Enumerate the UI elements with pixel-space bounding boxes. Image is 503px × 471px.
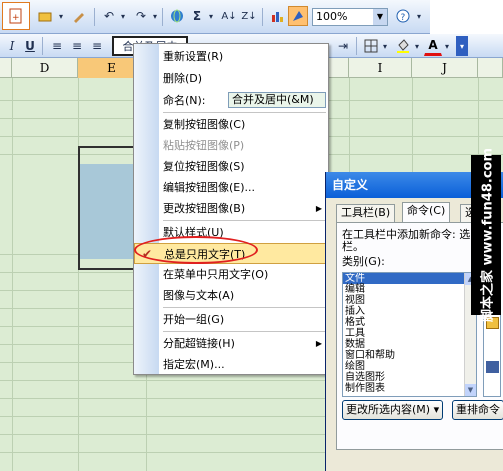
menu-item-reset-button-image[interactable]: 复位按钮图像(S) <box>134 156 328 177</box>
open-icon[interactable] <box>36 6 54 26</box>
redo-icon[interactable]: ↷ <box>132 6 150 26</box>
menu-separator <box>163 220 326 221</box>
menu-item-assign-hyperlink-label: 分配超链接(H) <box>163 337 235 350</box>
watermark-text: 脚本之家 www.fun48.com <box>480 147 496 323</box>
align-center-icon[interactable]: ≡ <box>68 36 86 56</box>
increase-indent-icon[interactable]: ⇥ <box>334 36 352 56</box>
list-item[interactable]: 制作图表 <box>343 383 476 394</box>
menu-item-copy-button-image[interactable]: 复制按钮图像(C) <box>134 114 328 135</box>
site-watermark: 脚本之家 www.fun48.com <box>471 148 501 322</box>
name-field[interactable]: 合并及居中(&M) <box>228 92 326 108</box>
instruction-text-continued: 栏。 <box>342 240 364 253</box>
menu-item-begin-group[interactable]: 开始一组(G) <box>134 309 328 330</box>
list-item[interactable]: 窗口和帮助 <box>343 350 476 361</box>
menu-item-paste-button-image: 粘贴按钮图像(P) <box>163 139 245 152</box>
drawing-icon[interactable] <box>288 6 308 26</box>
list-item[interactable]: 绘图 <box>343 361 476 372</box>
scroll-down-icon[interactable]: ▼ <box>465 384 476 396</box>
column-header[interactable] <box>478 58 503 78</box>
standard-toolbar: + ▾ ↶ ▾ ↷ ▾ Σ ▾ A↓ Z↓ 100% ▼ ? ▾ <box>0 0 503 34</box>
category-list[interactable]: 文件 编辑 视图 插入 格式 工具 数据 窗口和帮助 绘图 自选图形 制作图表 … <box>342 272 477 397</box>
submenu-arrow-icon: ▶ <box>315 204 322 213</box>
list-item[interactable]: 插入 <box>343 306 476 317</box>
toolbar-options-icon[interactable]: ▾ <box>456 36 468 56</box>
button-context-menu: 重新设置(R) 删除(D) 命名(N): 合并及居中(&M) 复制按钮图像(C)… <box>133 43 329 375</box>
toolbar-divider <box>262 8 263 26</box>
chevron-down-icon[interactable]: ▾ <box>442 36 452 56</box>
menu-item-edit-button-image[interactable]: 编辑按钮图像(E)... <box>134 177 328 198</box>
menu-item-text-only-in-menus[interactable]: 在菜单中只用文字(O) <box>134 264 328 285</box>
sort-descending-icon[interactable]: Z↓ <box>240 6 258 26</box>
tab-toolbars[interactable]: 工具栏(B) <box>336 204 396 222</box>
menu-separator <box>163 307 326 308</box>
chevron-down-icon[interactable]: ▾ <box>380 36 390 56</box>
align-left-icon[interactable]: ≡ <box>48 36 66 56</box>
chevron-down-icon[interactable]: ▾ <box>56 6 66 26</box>
borders-icon[interactable] <box>362 36 380 56</box>
format-painter-icon[interactable] <box>70 6 88 26</box>
align-right-icon[interactable]: ≡ <box>88 36 106 56</box>
fill-color-icon[interactable] <box>394 36 412 56</box>
column-header[interactable] <box>0 58 12 78</box>
sort-ascending-icon[interactable]: A↓ <box>220 6 238 26</box>
menu-item-change-button-image[interactable]: 更改按钮图像(B) ▶ <box>134 198 328 219</box>
menu-item-assign-macro[interactable]: 指定宏(M)... <box>134 354 328 375</box>
column-header-j[interactable]: J <box>412 58 478 78</box>
chevron-down-icon[interactable]: ▾ <box>118 6 128 26</box>
list-item[interactable]: 视图 <box>343 295 476 306</box>
hyperlink-icon[interactable] <box>168 6 186 26</box>
toolbar-divider <box>162 8 163 26</box>
menu-item-name[interactable]: 命名(N): 合并及居中(&M) <box>134 90 328 111</box>
zoom-value: 100% <box>316 10 348 23</box>
category-label: 类别(G): <box>342 255 385 268</box>
toolbar-divider <box>94 8 95 26</box>
list-item[interactable]: 文件 <box>343 273 476 284</box>
save-icon <box>486 361 499 373</box>
modify-selection-button[interactable]: 更改所选内容(M) ▾ <box>342 400 444 420</box>
italic-button[interactable]: I <box>4 36 20 56</box>
submenu-arrow-icon: ▶ <box>315 339 322 348</box>
column-header-d[interactable]: D <box>12 58 78 78</box>
list-item[interactable]: 编辑 <box>343 284 476 295</box>
svg-text:+: + <box>12 13 20 23</box>
menu-separator <box>163 331 326 332</box>
sum-icon[interactable]: Σ <box>188 6 206 26</box>
chart-wizard-icon[interactable] <box>268 6 286 26</box>
zoom-select[interactable]: 100% ▼ <box>312 8 388 26</box>
toolbar-empty-area <box>430 0 503 34</box>
svg-text:?: ? <box>401 13 406 23</box>
chevron-down-icon[interactable]: ▾ <box>150 6 160 26</box>
undo-icon[interactable]: ↶ <box>100 6 118 26</box>
highlight-ring <box>134 236 258 264</box>
menu-item-assign-hyperlink[interactable]: 分配超链接(H) ▶ <box>134 333 328 354</box>
rearrange-commands-button[interactable]: 重排命令 <box>452 400 503 420</box>
list-item[interactable]: 工具 <box>343 328 476 339</box>
chevron-down-icon[interactable]: ▾ <box>414 6 424 26</box>
menu-separator <box>163 112 326 113</box>
list-item[interactable]: 数据 <box>343 339 476 350</box>
font-color-icon[interactable]: A <box>424 36 442 56</box>
chevron-down-icon[interactable]: ▾ <box>206 6 216 26</box>
menu-item-name-label: 命名(N): <box>163 94 206 107</box>
chevron-down-icon[interactable]: ▾ <box>412 36 422 56</box>
underline-button[interactable]: U <box>22 36 38 56</box>
chevron-down-icon[interactable]: ▼ <box>373 9 387 25</box>
toolbar-divider <box>42 37 43 55</box>
list-item[interactable]: 自选图形 <box>343 372 476 383</box>
help-icon[interactable]: ? <box>394 6 412 26</box>
tab-commands[interactable]: 命令(C) <box>402 202 451 222</box>
column-header-i[interactable]: I <box>349 58 412 78</box>
new-icon[interactable]: + <box>2 2 30 30</box>
menu-item-image-and-text[interactable]: 图像与文本(A) <box>134 285 328 306</box>
toolbar-divider <box>356 37 357 55</box>
list-item[interactable]: 格式 <box>343 317 476 328</box>
menu-item-delete[interactable]: 删除(D) <box>134 68 328 89</box>
menu-item-reset[interactable]: 重新设置(R) <box>134 46 328 67</box>
menu-item-change-button-image-label: 更改按钮图像(B) <box>163 202 246 215</box>
